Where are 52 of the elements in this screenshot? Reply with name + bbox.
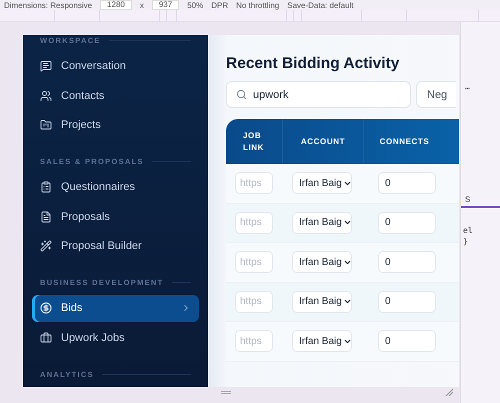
job-link-field[interactable]: https bbox=[235, 172, 273, 194]
connects-field[interactable]: 0 bbox=[378, 212, 436, 234]
column-header: CONNECTS bbox=[380, 136, 430, 148]
page-title: Recent Bidding Activity bbox=[226, 55, 400, 73]
code-text: el bbox=[462, 225, 474, 235]
message-icon bbox=[40, 60, 52, 72]
code-text: } bbox=[462, 236, 469, 246]
more-icon[interactable]: ⋯ bbox=[461, 22, 500, 93]
search-icon bbox=[236, 89, 247, 100]
throttling-dropdown[interactable]: No throttling bbox=[236, 0, 280, 10]
times-label: x bbox=[140, 0, 144, 10]
dimensions-label[interactable]: Dimensions: Responsive bbox=[4, 0, 92, 10]
job-link-field[interactable]: https bbox=[235, 330, 273, 352]
job-link-field[interactable]: https bbox=[235, 212, 273, 234]
account-dropdown[interactable]: Irfan Baig bbox=[292, 251, 352, 274]
zoom-dropdown[interactable]: 50% bbox=[187, 0, 204, 10]
save-data-dropdown[interactable]: Save-Data: default bbox=[287, 0, 354, 10]
sidebar-item[interactable]: Projects bbox=[32, 112, 199, 138]
sidebar-item[interactable]: Proposals bbox=[32, 204, 199, 230]
resize-corner-icon[interactable] bbox=[445, 388, 453, 396]
magic-wand-icon bbox=[40, 240, 52, 252]
clipboard-icon bbox=[40, 181, 52, 194]
briefcase-icon bbox=[40, 332, 52, 344]
column-header: ACCOUNT bbox=[300, 136, 346, 148]
sidebar-item[interactable]: Bids bbox=[32, 295, 199, 322]
panel-tab[interactable]: S bbox=[461, 193, 500, 208]
resize-handle[interactable] bbox=[221, 390, 231, 394]
column-header: JOB LINK bbox=[243, 130, 266, 154]
document-icon bbox=[40, 210, 52, 223]
users-icon bbox=[40, 90, 52, 102]
sidebar-item[interactable]: Contacts bbox=[32, 82, 199, 109]
dpr-label[interactable]: DPR bbox=[211, 0, 228, 10]
connects-field[interactable]: 0 bbox=[378, 251, 436, 274]
account-dropdown[interactable]: Irfan Baig bbox=[292, 290, 352, 313]
dollar-icon bbox=[40, 302, 52, 314]
sidebar-item[interactable]: Conversation bbox=[32, 53, 199, 80]
search-field[interactable]: upwork bbox=[226, 81, 411, 108]
account-dropdown[interactable]: Irfan Baig bbox=[292, 330, 352, 352]
account-dropdown[interactable]: Irfan Baig bbox=[292, 172, 352, 194]
job-link-field[interactable]: https bbox=[235, 290, 273, 313]
connects-field[interactable]: 0 bbox=[378, 172, 436, 194]
sidebar-item[interactable]: Proposal Builder bbox=[32, 232, 199, 260]
folder-icon bbox=[40, 118, 52, 131]
connects-field[interactable]: 0 bbox=[378, 330, 436, 352]
account-dropdown[interactable]: Irfan Baig bbox=[292, 212, 352, 234]
job-link-field[interactable]: https bbox=[235, 251, 273, 274]
connects-field[interactable]: 0 bbox=[378, 290, 436, 313]
width-field[interactable]: 1280 bbox=[100, 0, 132, 10]
filter-dropdown[interactable]: Neg bbox=[416, 81, 456, 108]
sidebar-item[interactable]: Questionnaires bbox=[32, 174, 199, 200]
height-field[interactable]: 937 bbox=[152, 0, 180, 10]
sidebar-item[interactable]: Upwork Jobs bbox=[32, 324, 199, 351]
